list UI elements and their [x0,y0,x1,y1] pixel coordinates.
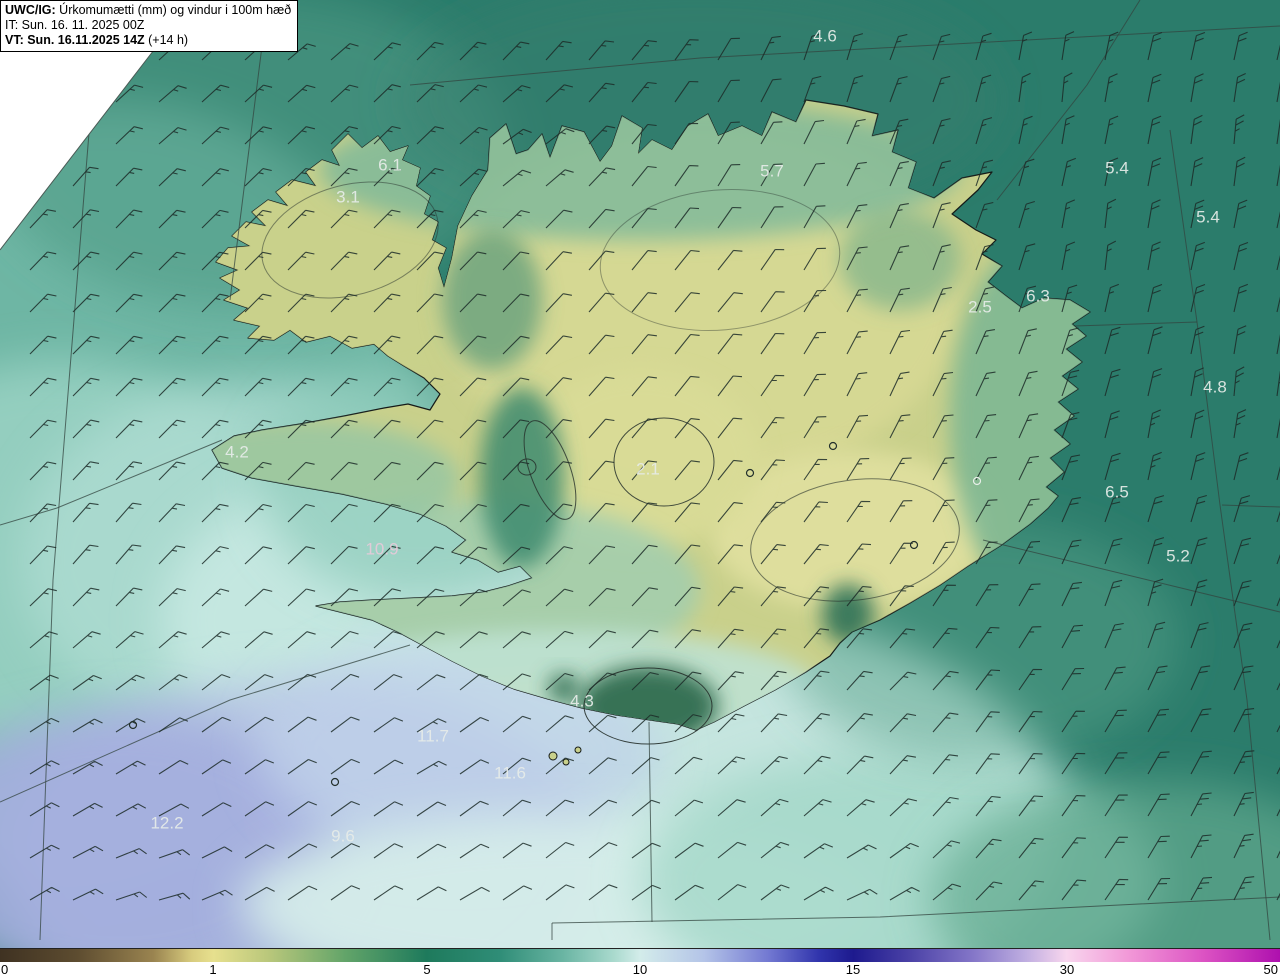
precip-value-label: 9.6 [331,826,355,845]
map-canvas: 4.6 6.1 3.1 5.7 5.4 5.4 6.3 2.5 4.8 4.2 2.1 6.5 5.2 1… [0,0,1280,948]
precip-value-label: 5.4 [1196,207,1220,226]
precip-value-label: 4.6 [813,26,837,45]
precip-value-label: 3.1 [336,187,360,206]
island [548,751,558,761]
colorbar-tick: 10 [632,962,648,977]
colorbar-tick-labels: 0 1 5 10 15 30 50 [0,962,1280,978]
colorbar-tick: 0 [1,962,9,977]
precip-value-label: 10.9 [365,539,398,558]
precip-value-label: 4.8 [1203,377,1227,396]
colorbar-tick: 5 [423,962,431,977]
island [562,758,570,766]
precip-value-label: 6.1 [378,155,402,174]
valid-time-line: VT: Sun. 16.11.2025 14Z (+14 h) [5,33,291,48]
model-id: UWC/IG: [5,3,56,17]
init-time-line: IT: Sun. 16. 11. 2025 00Z [5,18,145,32]
valid-time: VT: Sun. 16.11.2025 14Z [5,33,145,47]
map-title-box: UWC/IG: Úrkomumætti (mm) og vindur i 100… [0,0,299,52]
precip-value-label: 6.5 [1105,482,1129,501]
precip-value-label: 5.2 [1166,546,1190,565]
precip-value-label: 2.1 [636,459,660,478]
colorbar-tick: 50 [1263,962,1278,977]
precip-value-label: 6.3 [1026,286,1050,305]
iceland-precip-wind-map: 4.6 6.1 3.1 5.7 5.4 5.4 6.3 2.5 4.8 4.2 2.1 6.5 5.2 1… [0,0,1280,948]
precip-value-label: 4.2 [225,442,249,461]
colorbar-tick: 30 [1059,962,1075,977]
colorbar-tick: 1 [209,962,217,977]
precip-value-label: 11.6 [494,763,526,782]
precip-value-label: 12.2 [150,813,183,832]
title-text: Úrkomumætti (mm) og vindur i 100m hæð [55,3,292,17]
precip-value-label: 2.5 [968,297,992,316]
weather-map-page: 4.6 6.1 3.1 5.7 5.4 5.4 6.3 2.5 4.8 4.2 2.1 6.5 5.2 1… [0,0,1280,978]
title-line-1: UWC/IG: Úrkomumætti (mm) og vindur i 100… [5,3,291,18]
colorbar-tick: 15 [845,962,861,977]
precip-value-label: 11.7 [417,726,449,745]
precip-value-label: 4.3 [570,691,594,710]
precip-value-label: 5.7 [760,161,784,180]
precip-value-label: 5.4 [1105,158,1129,177]
lead-time: (+14 h) [144,33,189,47]
island [574,746,582,754]
